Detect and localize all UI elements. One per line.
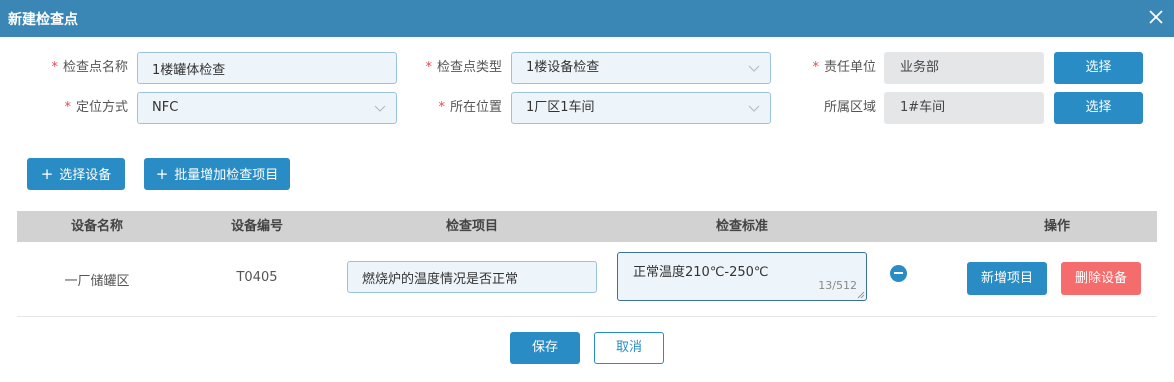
table-header: 设备名称 设备编号 检查项目 检查标准 操作 (17, 211, 1157, 242)
responsible-unit-label: * 责任单位 (812, 60, 876, 75)
required-mark: * (64, 100, 71, 115)
positioning-value: NFC (152, 100, 179, 115)
required-mark: * (425, 60, 432, 75)
chevron-down-icon (374, 105, 386, 112)
required-mark: * (51, 60, 58, 75)
positioning-select[interactable]: NFC (137, 92, 397, 124)
save-button[interactable]: 保存 (510, 332, 580, 364)
check-item-input[interactable] (347, 261, 597, 293)
column-header: 设备编号 (230, 219, 283, 234)
required-mark: * (812, 60, 819, 75)
location-label: * 所在位置 (438, 100, 502, 115)
location-value: 1厂区1车间 (526, 100, 595, 115)
delete-device-button[interactable]: 删除设备 (1061, 262, 1141, 295)
chevron-down-icon (748, 105, 760, 112)
cancel-button[interactable]: 取消 (594, 332, 664, 364)
checkpoint-name-label: * 检查点名称 (51, 60, 128, 75)
select-unit-button[interactable]: 选择 (1054, 52, 1143, 84)
area-label: 所属区域 (823, 100, 876, 115)
resize-grip-icon[interactable] (857, 291, 865, 299)
dialog-header: 新建检查点 (0, 0, 1174, 37)
column-header: 检查标准 (715, 219, 768, 234)
new-checkpoint-dialog: 新建检查点 *检查点名称 *检查点类型 1楼设备检查 *责任单位 业务部 选择 … (0, 0, 1174, 382)
device-name-cell: 一厂储罐区 (64, 274, 130, 289)
device-no-cell: T0405 (236, 270, 278, 285)
select-device-button[interactable]: + 选择设备 (27, 158, 125, 190)
add-item-button[interactable]: 新增项目 (967, 262, 1047, 295)
checkpoint-type-value: 1楼设备检查 (526, 60, 600, 75)
char-counter: 13/512 (818, 279, 857, 292)
column-header: 操作 (1043, 219, 1070, 234)
positioning-label: * 定位方式 (64, 100, 128, 115)
checkpoint-type-select[interactable]: 1楼设备检查 (511, 52, 771, 84)
column-header: 检查项目 (445, 219, 498, 234)
row-divider (17, 316, 1157, 317)
check-standard-value: 正常温度210℃-250℃ (633, 265, 769, 280)
select-area-button[interactable]: 选择 (1054, 92, 1143, 124)
close-icon[interactable] (1146, 7, 1166, 27)
batch-add-items-button[interactable]: + 批量增加检查项目 (144, 158, 290, 190)
check-standard-textarea[interactable]: 正常温度210℃-250℃ 13/512 (617, 252, 867, 301)
required-mark: * (438, 100, 445, 115)
plus-icon: + (155, 165, 169, 183)
checkpoint-type-label: * 检查点类型 (425, 60, 502, 75)
responsible-unit-field: 业务部 (884, 52, 1044, 84)
column-header: 设备名称 (70, 219, 123, 234)
location-select[interactable]: 1厂区1车间 (511, 92, 771, 124)
remove-item-icon[interactable] (890, 265, 907, 282)
area-field: 1#车间 (884, 92, 1044, 124)
checkpoint-name-input[interactable] (137, 52, 397, 84)
chevron-down-icon (748, 65, 760, 72)
dialog-title: 新建检查点 (8, 12, 78, 28)
plus-icon: + (40, 165, 54, 183)
